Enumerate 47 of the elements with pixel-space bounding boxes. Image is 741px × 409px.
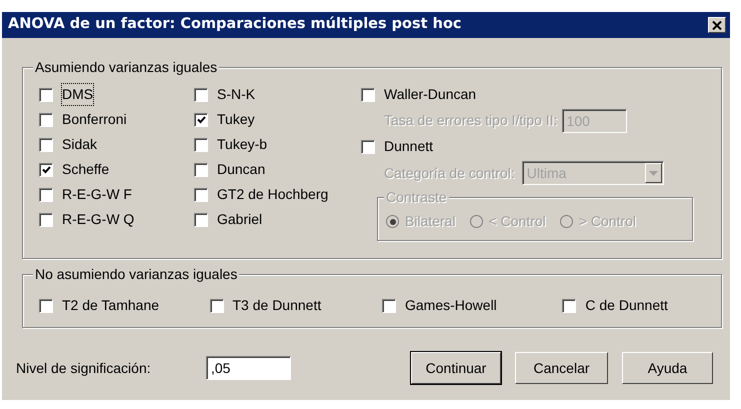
- checkbox-label: T2 de Tamhane: [62, 296, 160, 315]
- checkbox-label: Gabriel: [217, 210, 262, 229]
- checkbox[interactable]: [39, 112, 53, 126]
- checkbox[interactable]: [39, 88, 53, 102]
- checkbox-label: Waller-Duncan: [384, 85, 476, 104]
- checkbox[interactable]: [194, 88, 208, 102]
- dialog-button[interactable]: Cancelar: [515, 352, 608, 384]
- checkbox[interactable]: [361, 88, 375, 102]
- checkbox-label: T3 de Dunnett: [232, 296, 322, 315]
- checkbox-label: Scheffe: [62, 160, 110, 179]
- checkbox[interactable]: [194, 212, 208, 226]
- close-icon: [712, 20, 722, 30]
- checkbox[interactable]: [361, 140, 375, 154]
- significance-label: Nivel de significación:: [16, 358, 152, 378]
- dialog-button[interactable]: Continuar: [411, 352, 501, 384]
- checkbox[interactable]: [39, 162, 53, 176]
- checkbox-label: Duncan: [217, 160, 266, 179]
- dialog-button[interactable]: Ayuda: [622, 352, 713, 384]
- significance-field[interactable]: ,05: [206, 356, 291, 380]
- checkbox[interactable]: [562, 298, 576, 312]
- group-label: No asumiendo varianzas iguales: [33, 266, 240, 282]
- checkbox[interactable]: [39, 138, 53, 152]
- checkbox[interactable]: [39, 212, 53, 226]
- checkbox[interactable]: [194, 162, 208, 176]
- checkbox[interactable]: [210, 298, 224, 312]
- checkbox-label: S-N-K: [217, 85, 256, 104]
- checkbox[interactable]: [39, 298, 53, 312]
- checkbox[interactable]: [382, 298, 396, 312]
- window-title: ANOVA de un factor: Comparaciones múltiples post hoc: [8, 15, 462, 34]
- checkbox-label: DMS: [62, 84, 94, 105]
- checkbox-label: Bonferroni: [62, 110, 127, 129]
- checkbox-label: Tukey-b: [217, 135, 268, 154]
- caret-icon: [648, 170, 658, 176]
- checkbox-label: GT2 de Hochberg: [217, 185, 328, 204]
- checkbox-label: Sidak: [62, 135, 98, 154]
- checkbox[interactable]: [194, 188, 208, 202]
- close-button[interactable]: [708, 17, 726, 33]
- checkbox-label: C de Dunnett: [585, 296, 668, 315]
- checkbox-label: R-E-G-W Q: [62, 210, 134, 229]
- checkbox[interactable]: [194, 138, 208, 152]
- group-label: Asumiendo varianzas iguales: [33, 59, 220, 75]
- checkbox-label: Tukey: [217, 110, 255, 129]
- checkbox-label: Games-Howell: [404, 296, 497, 315]
- checkbox[interactable]: [39, 188, 53, 202]
- checkbox-label: Dunnett: [384, 137, 434, 156]
- checkbox-label: R-E-G-W F: [62, 185, 132, 204]
- checkbox[interactable]: [194, 112, 208, 126]
